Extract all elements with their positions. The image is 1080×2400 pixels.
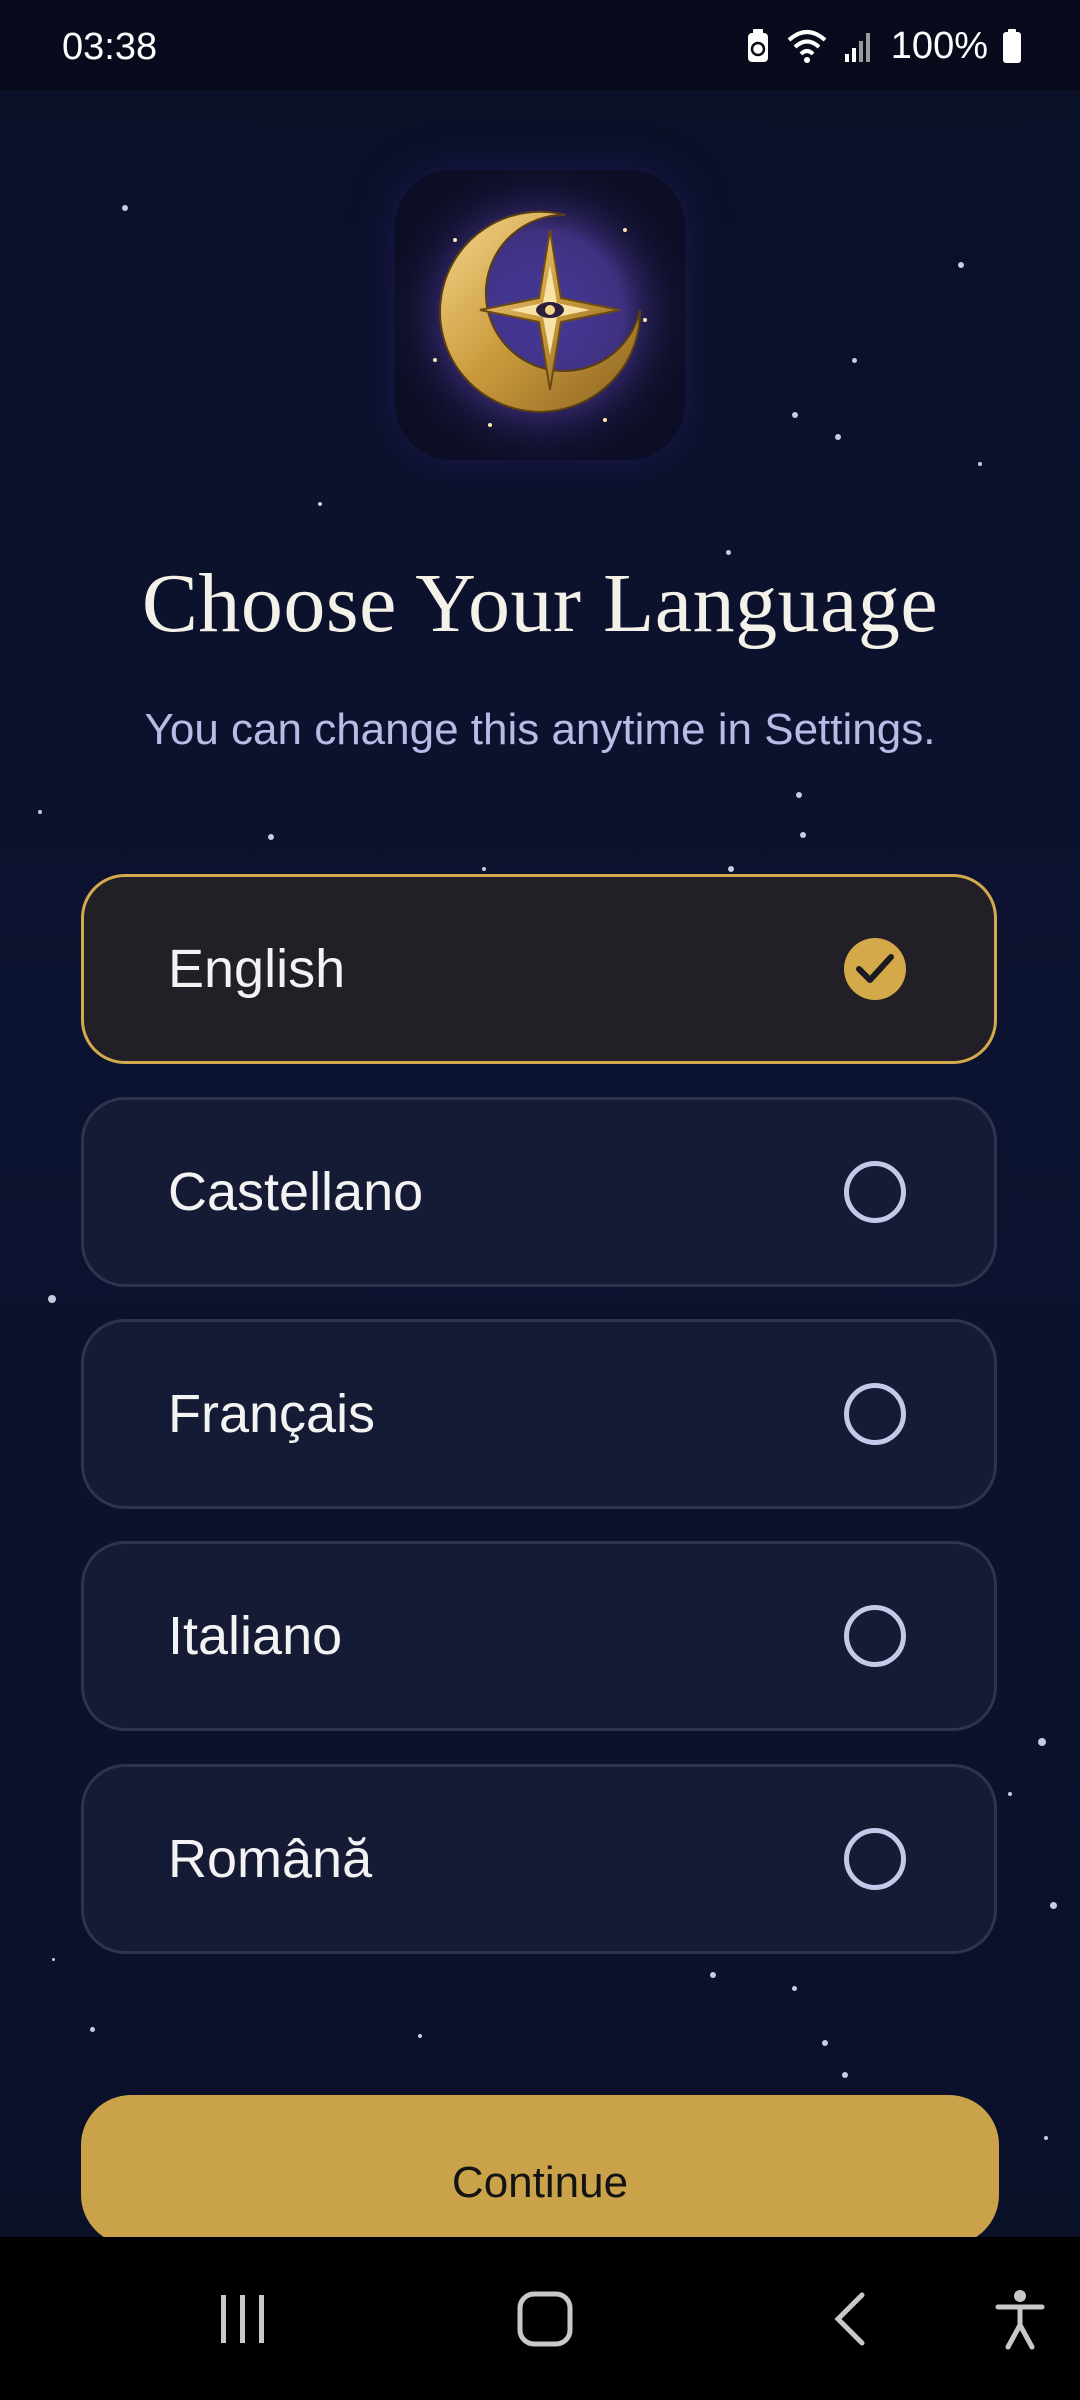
star [1044, 2136, 1048, 2140]
recents-button[interactable] [193, 2237, 293, 2400]
language-label: Français [168, 1384, 376, 1444]
radio-unselected-icon[interactable] [844, 1383, 906, 1445]
home-icon [517, 2291, 573, 2346]
battery-saver-icon [747, 29, 768, 62]
back-icon [834, 2292, 865, 2345]
star [978, 462, 982, 466]
star [48, 1295, 56, 1303]
star [822, 2040, 828, 2046]
radio-selected-icon[interactable] [844, 938, 906, 1000]
star [52, 1958, 55, 1961]
star [958, 262, 964, 268]
radio-unselected-icon[interactable] [844, 1828, 906, 1890]
star [418, 2034, 422, 2038]
status-icons: 100% [745, 24, 1022, 68]
star [842, 2072, 848, 2078]
accessibility-button[interactable] [970, 2237, 1070, 2400]
continue-button[interactable]: Continue [81, 2095, 999, 2245]
star [1038, 1738, 1046, 1746]
language-option-english[interactable]: English [81, 874, 997, 1064]
system-nav-bar [0, 2237, 1080, 2400]
star [792, 412, 798, 418]
battery-percentage: 100% [890, 24, 988, 67]
star [800, 832, 806, 838]
language-label: Castellano [168, 1162, 424, 1222]
language-option-italiano[interactable]: Italiano [81, 1541, 997, 1731]
star [38, 810, 42, 814]
star [728, 866, 734, 872]
status-time: 03:38 [62, 26, 158, 68]
app-logo [395, 170, 685, 460]
home-button[interactable] [495, 2237, 595, 2400]
star [1008, 1792, 1012, 1796]
language-option-romana[interactable]: Română [81, 1764, 997, 1954]
star [796, 792, 802, 798]
page-title: Choose Your Language [141, 557, 939, 650]
star [268, 834, 274, 840]
star [122, 205, 128, 211]
radio-unselected-icon[interactable] [844, 1161, 906, 1223]
language-label: English [168, 939, 346, 999]
signal-icon [844, 33, 870, 62]
star [90, 2027, 95, 2032]
battery-icon [1003, 29, 1021, 63]
language-option-castellano[interactable]: Castellano [81, 1097, 997, 1287]
language-option-francais[interactable]: Français [81, 1319, 997, 1509]
star [1050, 1902, 1057, 1909]
page-subtitle: You can change this anytime in Settings. [144, 705, 936, 754]
status-bar: 03:38 100% [0, 0, 1080, 90]
star [482, 867, 486, 871]
accessibility-icon [995, 2289, 1045, 2349]
star [710, 1972, 716, 1978]
star [792, 1986, 797, 1991]
star [852, 358, 857, 363]
language-label: Română [168, 1829, 373, 1889]
language-label: Italiano [168, 1606, 343, 1666]
star [835, 434, 841, 440]
radio-unselected-icon[interactable] [844, 1605, 906, 1667]
checkmark-icon [856, 954, 894, 983]
back-button[interactable] [800, 2237, 900, 2400]
recents-icon [221, 2294, 264, 2343]
star [318, 502, 322, 506]
wifi-icon [787, 30, 827, 63]
crescent-moon-star-icon [400, 175, 680, 455]
